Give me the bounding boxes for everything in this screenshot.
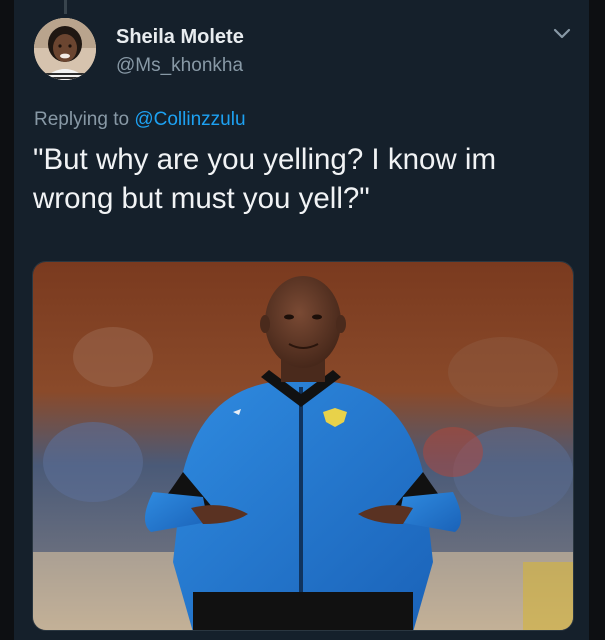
avatar-image [34,18,96,80]
screen: Sheila Molete @Ms_khonkha Replying to @C… [0,0,605,640]
thread-connector-line [64,0,67,14]
replying-to-line: Replying to @Collinzzulu [34,109,246,131]
replying-to-label: Replying to [34,109,130,130]
author-display-name[interactable]: Sheila Molete [116,26,244,49]
tweet-text: "But why are you yelling? I know im wron… [33,143,497,215]
tweet-media-photo[interactable] [32,261,574,631]
author-handle[interactable]: @Ms_khonkha [116,55,243,77]
reply-mention-link[interactable]: @Collinzzulu [134,109,245,130]
photo-man-in-tracksuit [33,262,573,630]
chevron-down-icon[interactable] [551,26,573,42]
avatar[interactable] [34,18,96,80]
